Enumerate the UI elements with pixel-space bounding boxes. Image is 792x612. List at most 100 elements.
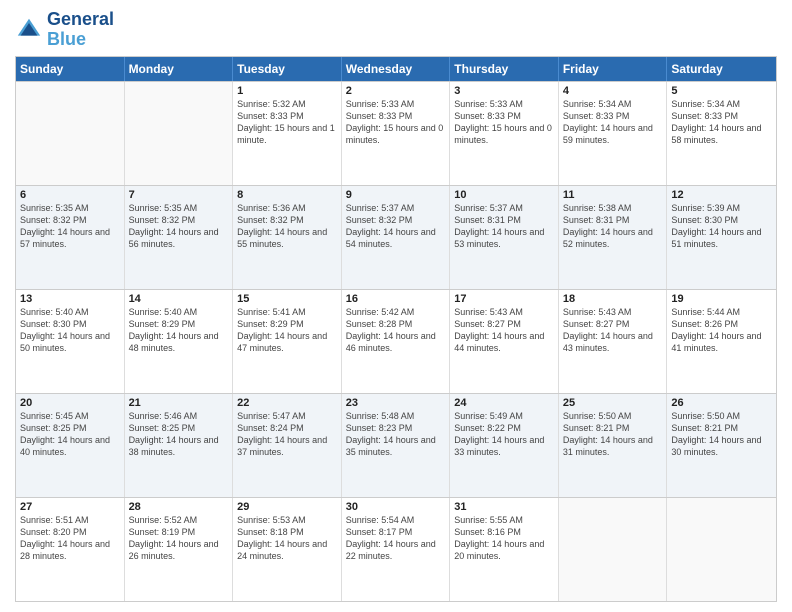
day-number: 13 <box>20 293 120 305</box>
calendar-cell: 2Sunrise: 5:33 AM Sunset: 8:33 PM Daylig… <box>342 82 451 185</box>
day-number: 10 <box>454 189 554 201</box>
calendar-cell: 18Sunrise: 5:43 AM Sunset: 8:27 PM Dayli… <box>559 290 668 393</box>
calendar-cell: 7Sunrise: 5:35 AM Sunset: 8:32 PM Daylig… <box>125 186 234 289</box>
calendar-week: 20Sunrise: 5:45 AM Sunset: 8:25 PM Dayli… <box>16 393 776 497</box>
logo-text: General Blue <box>47 10 114 50</box>
day-number: 12 <box>671 189 772 201</box>
day-info: Sunrise: 5:39 AM Sunset: 8:30 PM Dayligh… <box>671 202 772 251</box>
calendar-week: 6Sunrise: 5:35 AM Sunset: 8:32 PM Daylig… <box>16 185 776 289</box>
calendar-cell: 11Sunrise: 5:38 AM Sunset: 8:31 PM Dayli… <box>559 186 668 289</box>
day-of-week-header: Friday <box>559 57 668 81</box>
day-number: 24 <box>454 397 554 409</box>
day-number: 23 <box>346 397 446 409</box>
calendar-cell: 5Sunrise: 5:34 AM Sunset: 8:33 PM Daylig… <box>667 82 776 185</box>
day-info: Sunrise: 5:37 AM Sunset: 8:32 PM Dayligh… <box>346 202 446 251</box>
calendar-header-row: SundayMondayTuesdayWednesdayThursdayFrid… <box>16 57 776 81</box>
calendar-cell: 30Sunrise: 5:54 AM Sunset: 8:17 PM Dayli… <box>342 498 451 601</box>
day-info: Sunrise: 5:55 AM Sunset: 8:16 PM Dayligh… <box>454 514 554 563</box>
day-info: Sunrise: 5:54 AM Sunset: 8:17 PM Dayligh… <box>346 514 446 563</box>
day-info: Sunrise: 5:33 AM Sunset: 8:33 PM Dayligh… <box>454 98 554 147</box>
day-info: Sunrise: 5:45 AM Sunset: 8:25 PM Dayligh… <box>20 410 120 459</box>
calendar-cell: 24Sunrise: 5:49 AM Sunset: 8:22 PM Dayli… <box>450 394 559 497</box>
day-number: 2 <box>346 85 446 97</box>
calendar-week: 13Sunrise: 5:40 AM Sunset: 8:30 PM Dayli… <box>16 289 776 393</box>
calendar-cell: 16Sunrise: 5:42 AM Sunset: 8:28 PM Dayli… <box>342 290 451 393</box>
day-number: 31 <box>454 501 554 513</box>
calendar-cell: 29Sunrise: 5:53 AM Sunset: 8:18 PM Dayli… <box>233 498 342 601</box>
calendar-cell: 6Sunrise: 5:35 AM Sunset: 8:32 PM Daylig… <box>16 186 125 289</box>
day-number: 20 <box>20 397 120 409</box>
calendar-cell: 17Sunrise: 5:43 AM Sunset: 8:27 PM Dayli… <box>450 290 559 393</box>
calendar-cell: 25Sunrise: 5:50 AM Sunset: 8:21 PM Dayli… <box>559 394 668 497</box>
day-number: 7 <box>129 189 229 201</box>
calendar-cell <box>125 82 234 185</box>
day-info: Sunrise: 5:53 AM Sunset: 8:18 PM Dayligh… <box>237 514 337 563</box>
calendar-cell: 15Sunrise: 5:41 AM Sunset: 8:29 PM Dayli… <box>233 290 342 393</box>
calendar-cell: 19Sunrise: 5:44 AM Sunset: 8:26 PM Dayli… <box>667 290 776 393</box>
day-info: Sunrise: 5:43 AM Sunset: 8:27 PM Dayligh… <box>563 306 663 355</box>
day-of-week-header: Sunday <box>16 57 125 81</box>
calendar-cell: 12Sunrise: 5:39 AM Sunset: 8:30 PM Dayli… <box>667 186 776 289</box>
day-of-week-header: Thursday <box>450 57 559 81</box>
day-info: Sunrise: 5:47 AM Sunset: 8:24 PM Dayligh… <box>237 410 337 459</box>
day-number: 19 <box>671 293 772 305</box>
calendar-cell: 13Sunrise: 5:40 AM Sunset: 8:30 PM Dayli… <box>16 290 125 393</box>
logo-icon <box>15 16 43 44</box>
day-of-week-header: Wednesday <box>342 57 451 81</box>
calendar-cell <box>16 82 125 185</box>
day-info: Sunrise: 5:35 AM Sunset: 8:32 PM Dayligh… <box>129 202 229 251</box>
day-info: Sunrise: 5:37 AM Sunset: 8:31 PM Dayligh… <box>454 202 554 251</box>
day-number: 27 <box>20 501 120 513</box>
logo: General Blue <box>15 10 114 50</box>
calendar-body: 1Sunrise: 5:32 AM Sunset: 8:33 PM Daylig… <box>16 81 776 601</box>
day-info: Sunrise: 5:52 AM Sunset: 8:19 PM Dayligh… <box>129 514 229 563</box>
day-number: 21 <box>129 397 229 409</box>
day-of-week-header: Saturday <box>667 57 776 81</box>
calendar-cell: 23Sunrise: 5:48 AM Sunset: 8:23 PM Dayli… <box>342 394 451 497</box>
page: General Blue SundayMondayTuesdayWednesda… <box>0 0 792 612</box>
day-info: Sunrise: 5:40 AM Sunset: 8:30 PM Dayligh… <box>20 306 120 355</box>
day-number: 18 <box>563 293 663 305</box>
calendar-cell: 27Sunrise: 5:51 AM Sunset: 8:20 PM Dayli… <box>16 498 125 601</box>
day-info: Sunrise: 5:50 AM Sunset: 8:21 PM Dayligh… <box>671 410 772 459</box>
day-of-week-header: Monday <box>125 57 234 81</box>
day-number: 30 <box>346 501 446 513</box>
day-info: Sunrise: 5:32 AM Sunset: 8:33 PM Dayligh… <box>237 98 337 147</box>
day-number: 15 <box>237 293 337 305</box>
calendar-cell: 22Sunrise: 5:47 AM Sunset: 8:24 PM Dayli… <box>233 394 342 497</box>
calendar-cell <box>667 498 776 601</box>
calendar-cell: 9Sunrise: 5:37 AM Sunset: 8:32 PM Daylig… <box>342 186 451 289</box>
day-number: 25 <box>563 397 663 409</box>
day-info: Sunrise: 5:42 AM Sunset: 8:28 PM Dayligh… <box>346 306 446 355</box>
calendar-week: 27Sunrise: 5:51 AM Sunset: 8:20 PM Dayli… <box>16 497 776 601</box>
day-number: 8 <box>237 189 337 201</box>
calendar-week: 1Sunrise: 5:32 AM Sunset: 8:33 PM Daylig… <box>16 81 776 185</box>
day-number: 3 <box>454 85 554 97</box>
calendar-cell: 28Sunrise: 5:52 AM Sunset: 8:19 PM Dayli… <box>125 498 234 601</box>
day-info: Sunrise: 5:38 AM Sunset: 8:31 PM Dayligh… <box>563 202 663 251</box>
calendar-cell: 31Sunrise: 5:55 AM Sunset: 8:16 PM Dayli… <box>450 498 559 601</box>
calendar-cell: 21Sunrise: 5:46 AM Sunset: 8:25 PM Dayli… <box>125 394 234 497</box>
day-number: 29 <box>237 501 337 513</box>
day-number: 17 <box>454 293 554 305</box>
day-info: Sunrise: 5:34 AM Sunset: 8:33 PM Dayligh… <box>563 98 663 147</box>
day-info: Sunrise: 5:43 AM Sunset: 8:27 PM Dayligh… <box>454 306 554 355</box>
header: General Blue <box>15 10 777 50</box>
day-number: 22 <box>237 397 337 409</box>
day-number: 5 <box>671 85 772 97</box>
calendar-cell: 20Sunrise: 5:45 AM Sunset: 8:25 PM Dayli… <box>16 394 125 497</box>
calendar-cell: 8Sunrise: 5:36 AM Sunset: 8:32 PM Daylig… <box>233 186 342 289</box>
day-info: Sunrise: 5:35 AM Sunset: 8:32 PM Dayligh… <box>20 202 120 251</box>
day-info: Sunrise: 5:49 AM Sunset: 8:22 PM Dayligh… <box>454 410 554 459</box>
day-number: 11 <box>563 189 663 201</box>
day-info: Sunrise: 5:48 AM Sunset: 8:23 PM Dayligh… <box>346 410 446 459</box>
day-info: Sunrise: 5:41 AM Sunset: 8:29 PM Dayligh… <box>237 306 337 355</box>
day-info: Sunrise: 5:51 AM Sunset: 8:20 PM Dayligh… <box>20 514 120 563</box>
day-info: Sunrise: 5:50 AM Sunset: 8:21 PM Dayligh… <box>563 410 663 459</box>
calendar-cell: 1Sunrise: 5:32 AM Sunset: 8:33 PM Daylig… <box>233 82 342 185</box>
day-number: 4 <box>563 85 663 97</box>
day-of-week-header: Tuesday <box>233 57 342 81</box>
day-number: 28 <box>129 501 229 513</box>
day-info: Sunrise: 5:34 AM Sunset: 8:33 PM Dayligh… <box>671 98 772 147</box>
calendar-cell: 26Sunrise: 5:50 AM Sunset: 8:21 PM Dayli… <box>667 394 776 497</box>
